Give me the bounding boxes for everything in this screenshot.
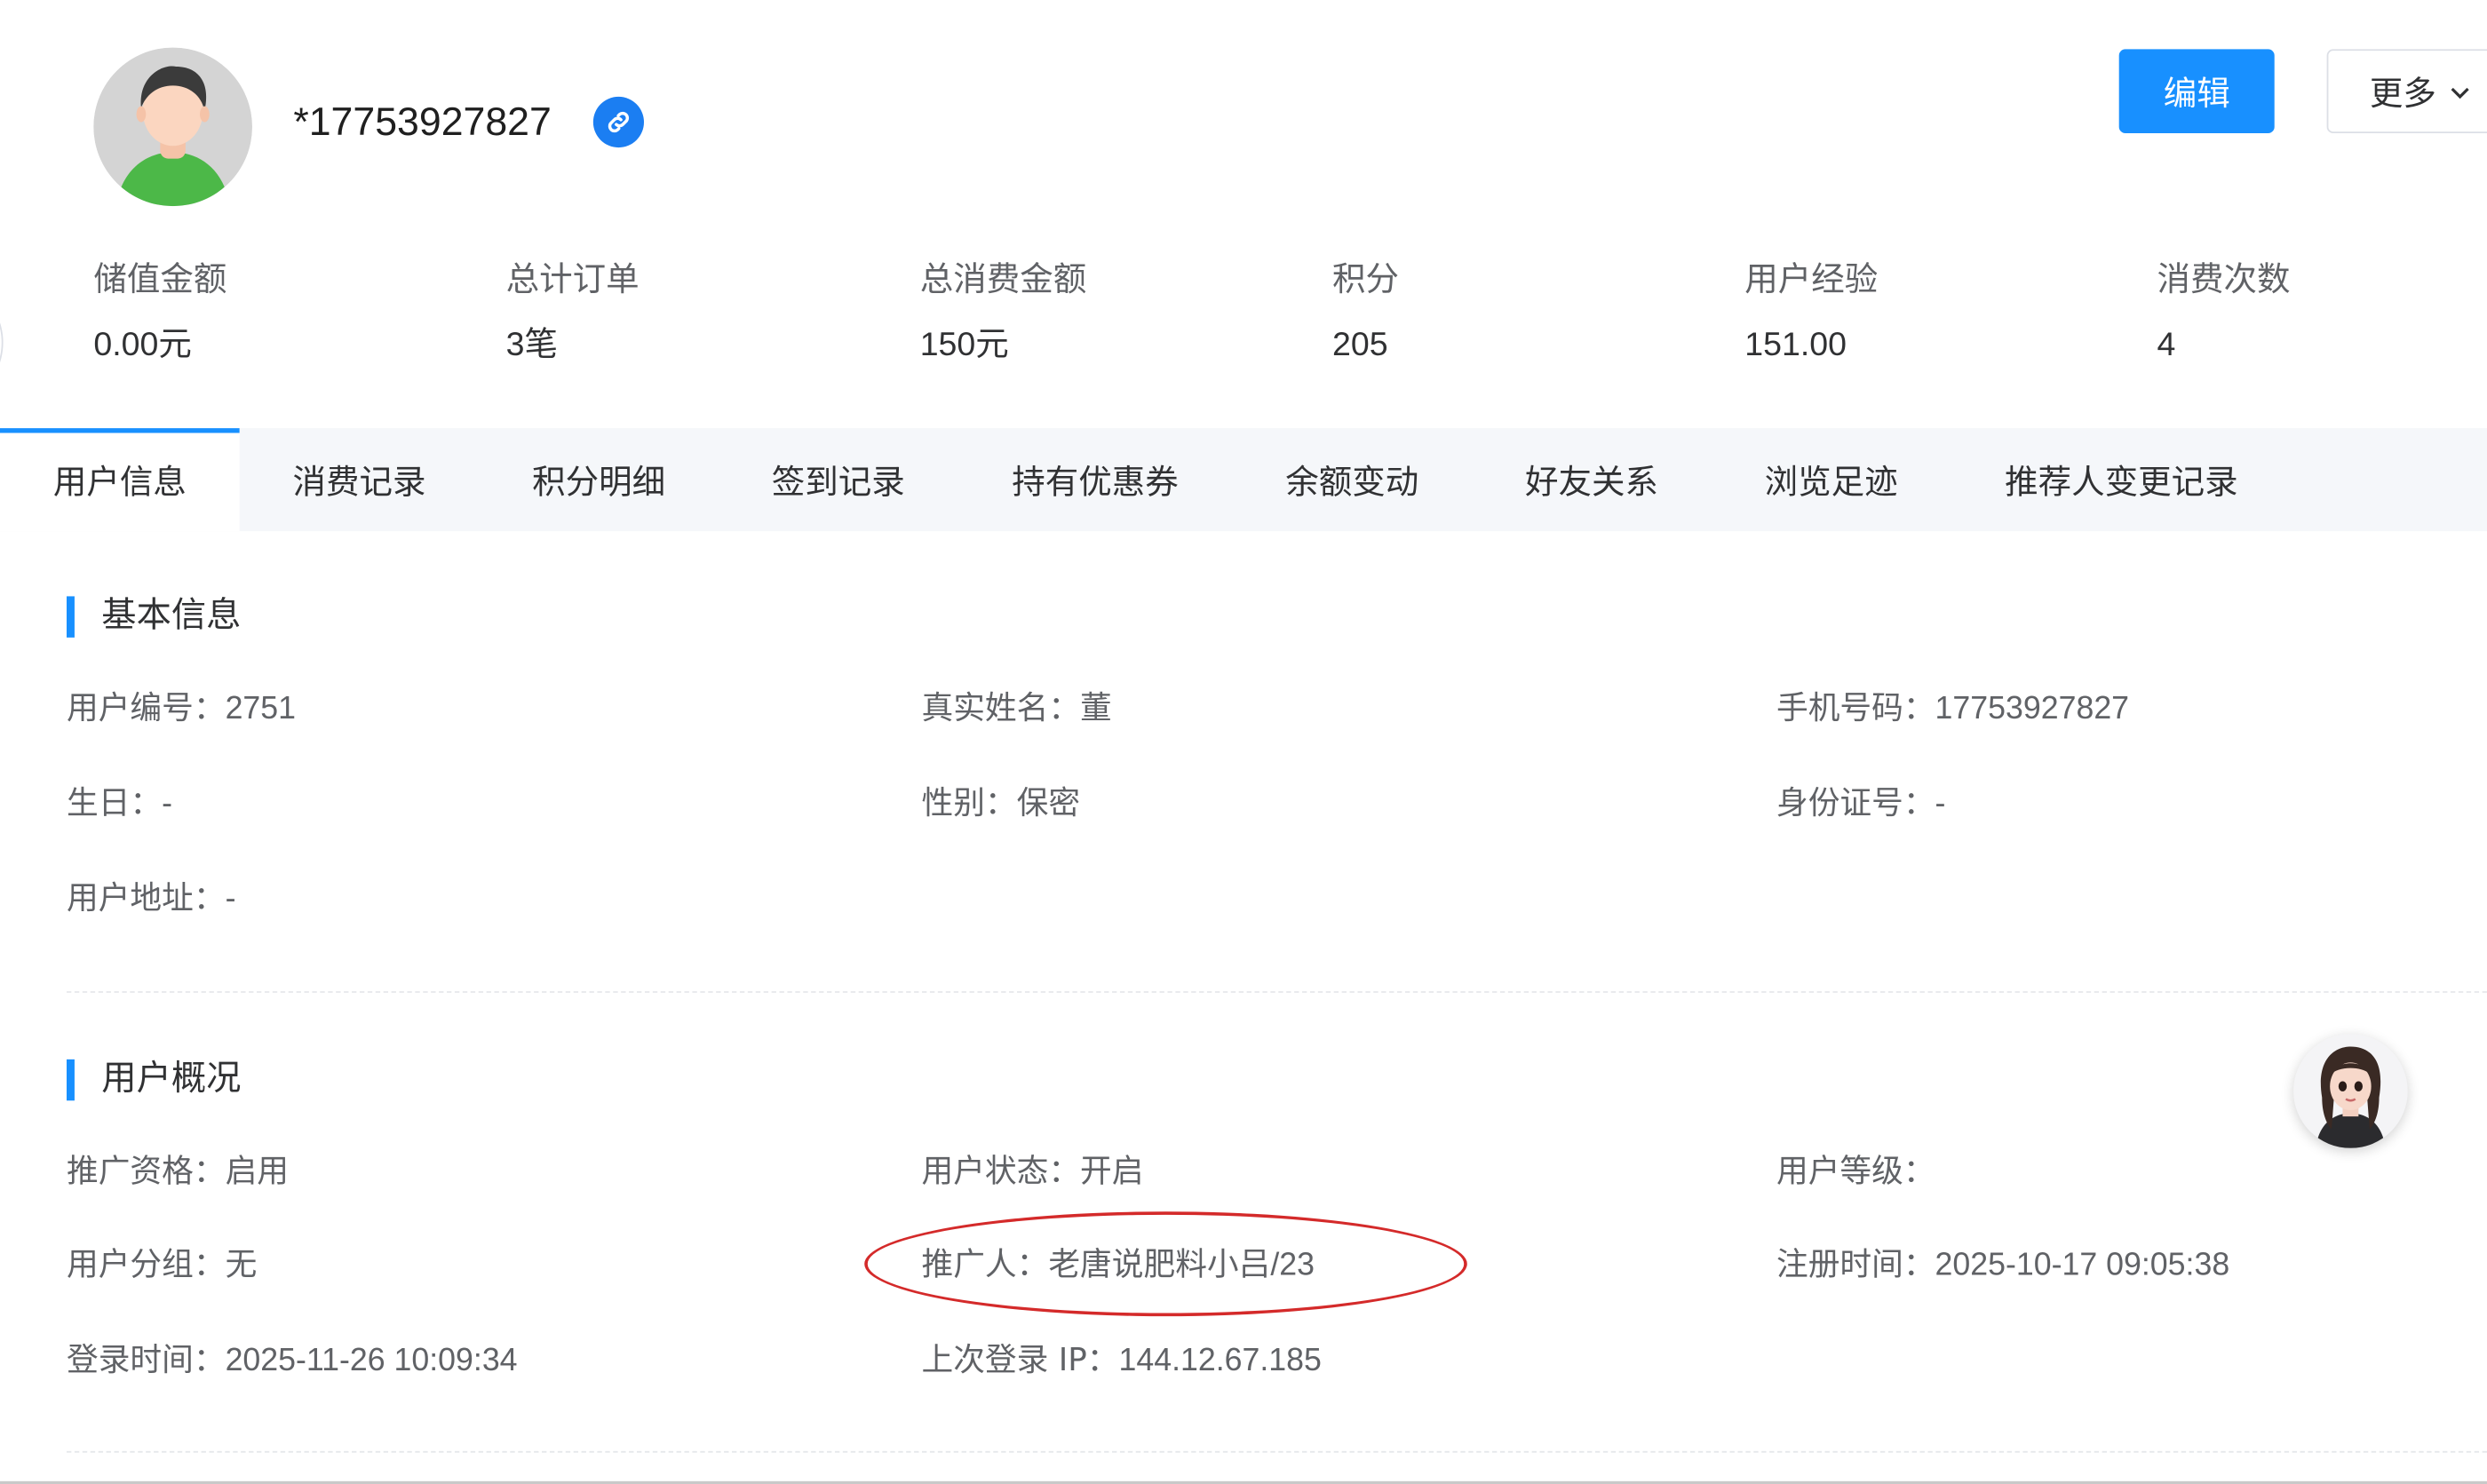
field-user-status: 用户状态：开启 (921, 1148, 1143, 1194)
tab-friends[interactable]: 好友关系 (1472, 428, 1712, 531)
section-title-overview: 用户概况 (66, 1058, 241, 1102)
field-value: 开启 (1080, 1154, 1144, 1190)
stat-value: 205 (1331, 326, 1388, 363)
tab-points-details[interactable]: 积分明细 (479, 428, 719, 531)
username-title: *17753927827 (293, 99, 552, 145)
field-label: 用户编号： (66, 687, 226, 726)
tab-browsing-history[interactable]: 浏览足迹 (1712, 428, 1951, 531)
chevron-down-icon (2451, 86, 2469, 99)
field-label: 上次登录 IP： (921, 1339, 1119, 1378)
user-avatar (93, 47, 252, 207)
stat-balance: 储值金额 0.00元 (93, 254, 226, 371)
tab-coupons[interactable]: 持有优惠券 (958, 428, 1233, 531)
field-promo-qualification: 推广资格：启用 (67, 1148, 289, 1194)
stat-consume-count: 消费次数 4 (2157, 254, 2291, 371)
field-value: 董 (1080, 691, 1112, 726)
field-value: 无 (225, 1248, 258, 1283)
more-dropdown-button[interactable]: 更多 (2326, 49, 2487, 133)
field-label: 注册时间： (1776, 1244, 1935, 1283)
field-last-login-ip: 上次登录 IP：144.12.67.185 (921, 1337, 1321, 1383)
field-value: - (225, 881, 236, 917)
stat-value: 151.00 (1744, 326, 1847, 363)
stat-value: 3笔 (505, 326, 559, 363)
edit-button[interactable]: 编辑 (2118, 49, 2275, 133)
field-value: 保密 (1016, 786, 1081, 821)
field-user-id: 用户编号：2751 (67, 685, 296, 731)
tab-checkin-records[interactable]: 签到记录 (719, 428, 958, 531)
field-phone: 手机号码：17753927827 (1776, 685, 2129, 731)
stat-value: 150元 (919, 326, 1009, 363)
tab-consumption-records[interactable]: 消费记录 (240, 428, 480, 531)
field-label: 用户分组： (66, 1244, 226, 1283)
more-label: 更多 (2369, 74, 2436, 112)
tab-balance-changes[interactable]: 余额变动 (1232, 428, 1472, 531)
field-label: 真实姓名： (921, 687, 1081, 726)
drawer-handle[interactable] (0, 301, 4, 385)
assistant-avatar[interactable] (2293, 1034, 2408, 1148)
link-icon[interactable] (592, 96, 644, 148)
field-value: - (162, 786, 173, 821)
field-login-time: 登录时间：2025-11-26 10:09:34 (67, 1337, 518, 1383)
field-label: 用户地址： (66, 878, 226, 917)
field-real-name: 真实姓名：董 (921, 685, 1111, 731)
field-value: 144.12.67.185 (1118, 1343, 1322, 1378)
field-id-card: 身份证号：- (1776, 781, 1945, 827)
field-label: 手机号码： (1776, 687, 1935, 726)
field-value: 启用 (225, 1154, 289, 1190)
stat-label: 用户经验 (1744, 259, 1879, 298)
stat-value: 0.00元 (93, 326, 192, 363)
user-detail-page: *17753927827 编辑 更多 储值金额 0.00元 总计订单 3笔 总消… (0, 0, 2487, 1484)
section-title-basic-info: 基本信息 (66, 595, 241, 639)
stat-points: 积分 205 (1332, 254, 1399, 371)
field-value: 2025-11-26 10:09:34 (225, 1343, 518, 1378)
stat-label: 消费次数 (2157, 259, 2291, 298)
promoter-highlight-annotation (864, 1211, 1467, 1317)
stat-total-orders: 总计订单 3笔 (506, 254, 640, 371)
stat-value: 4 (2157, 326, 2176, 363)
field-label: 性别： (921, 783, 1017, 821)
tab-bar: 用户信息 消费记录 积分明细 签到记录 持有优惠券 余额变动 好友关系 浏览足迹… (0, 428, 2487, 532)
field-user-level: 用户等级： (1776, 1148, 1935, 1194)
field-value: 2025-10-17 09:05:38 (1935, 1248, 2230, 1283)
field-gender: 性别：保密 (921, 781, 1080, 827)
field-label: 推广资格： (66, 1151, 226, 1190)
field-label: 生日： (66, 783, 163, 821)
stat-total-spend: 总消费金额 150元 (920, 254, 1086, 371)
stat-label: 总计订单 (505, 259, 640, 298)
tab-user-info[interactable]: 用户信息 (0, 428, 240, 532)
field-birthday: 生日：- (67, 781, 172, 827)
field-user-group: 用户分组：无 (67, 1242, 257, 1288)
section-divider (66, 991, 2487, 993)
field-value: - (1935, 786, 1946, 821)
field-label: 身份证号： (1776, 783, 1935, 821)
stat-experience: 用户经验 151.00 (1744, 254, 1878, 371)
field-label: 用户状态： (921, 1151, 1081, 1190)
field-register-time: 注册时间：2025-10-17 09:05:38 (1776, 1242, 2229, 1288)
tab-referrer-changes[interactable]: 推荐人变更记录 (1951, 428, 2292, 531)
field-label: 用户等级： (1776, 1151, 1935, 1190)
stat-label: 储值金额 (93, 259, 227, 298)
field-value: 2751 (225, 691, 297, 726)
stat-label: 积分 (1331, 259, 1399, 298)
stat-label: 总消费金额 (919, 259, 1087, 298)
field-value: 17753927827 (1935, 691, 2130, 726)
field-label: 登录时间： (66, 1339, 226, 1378)
section-divider (66, 1450, 2487, 1453)
field-address: 用户地址：- (67, 876, 235, 922)
